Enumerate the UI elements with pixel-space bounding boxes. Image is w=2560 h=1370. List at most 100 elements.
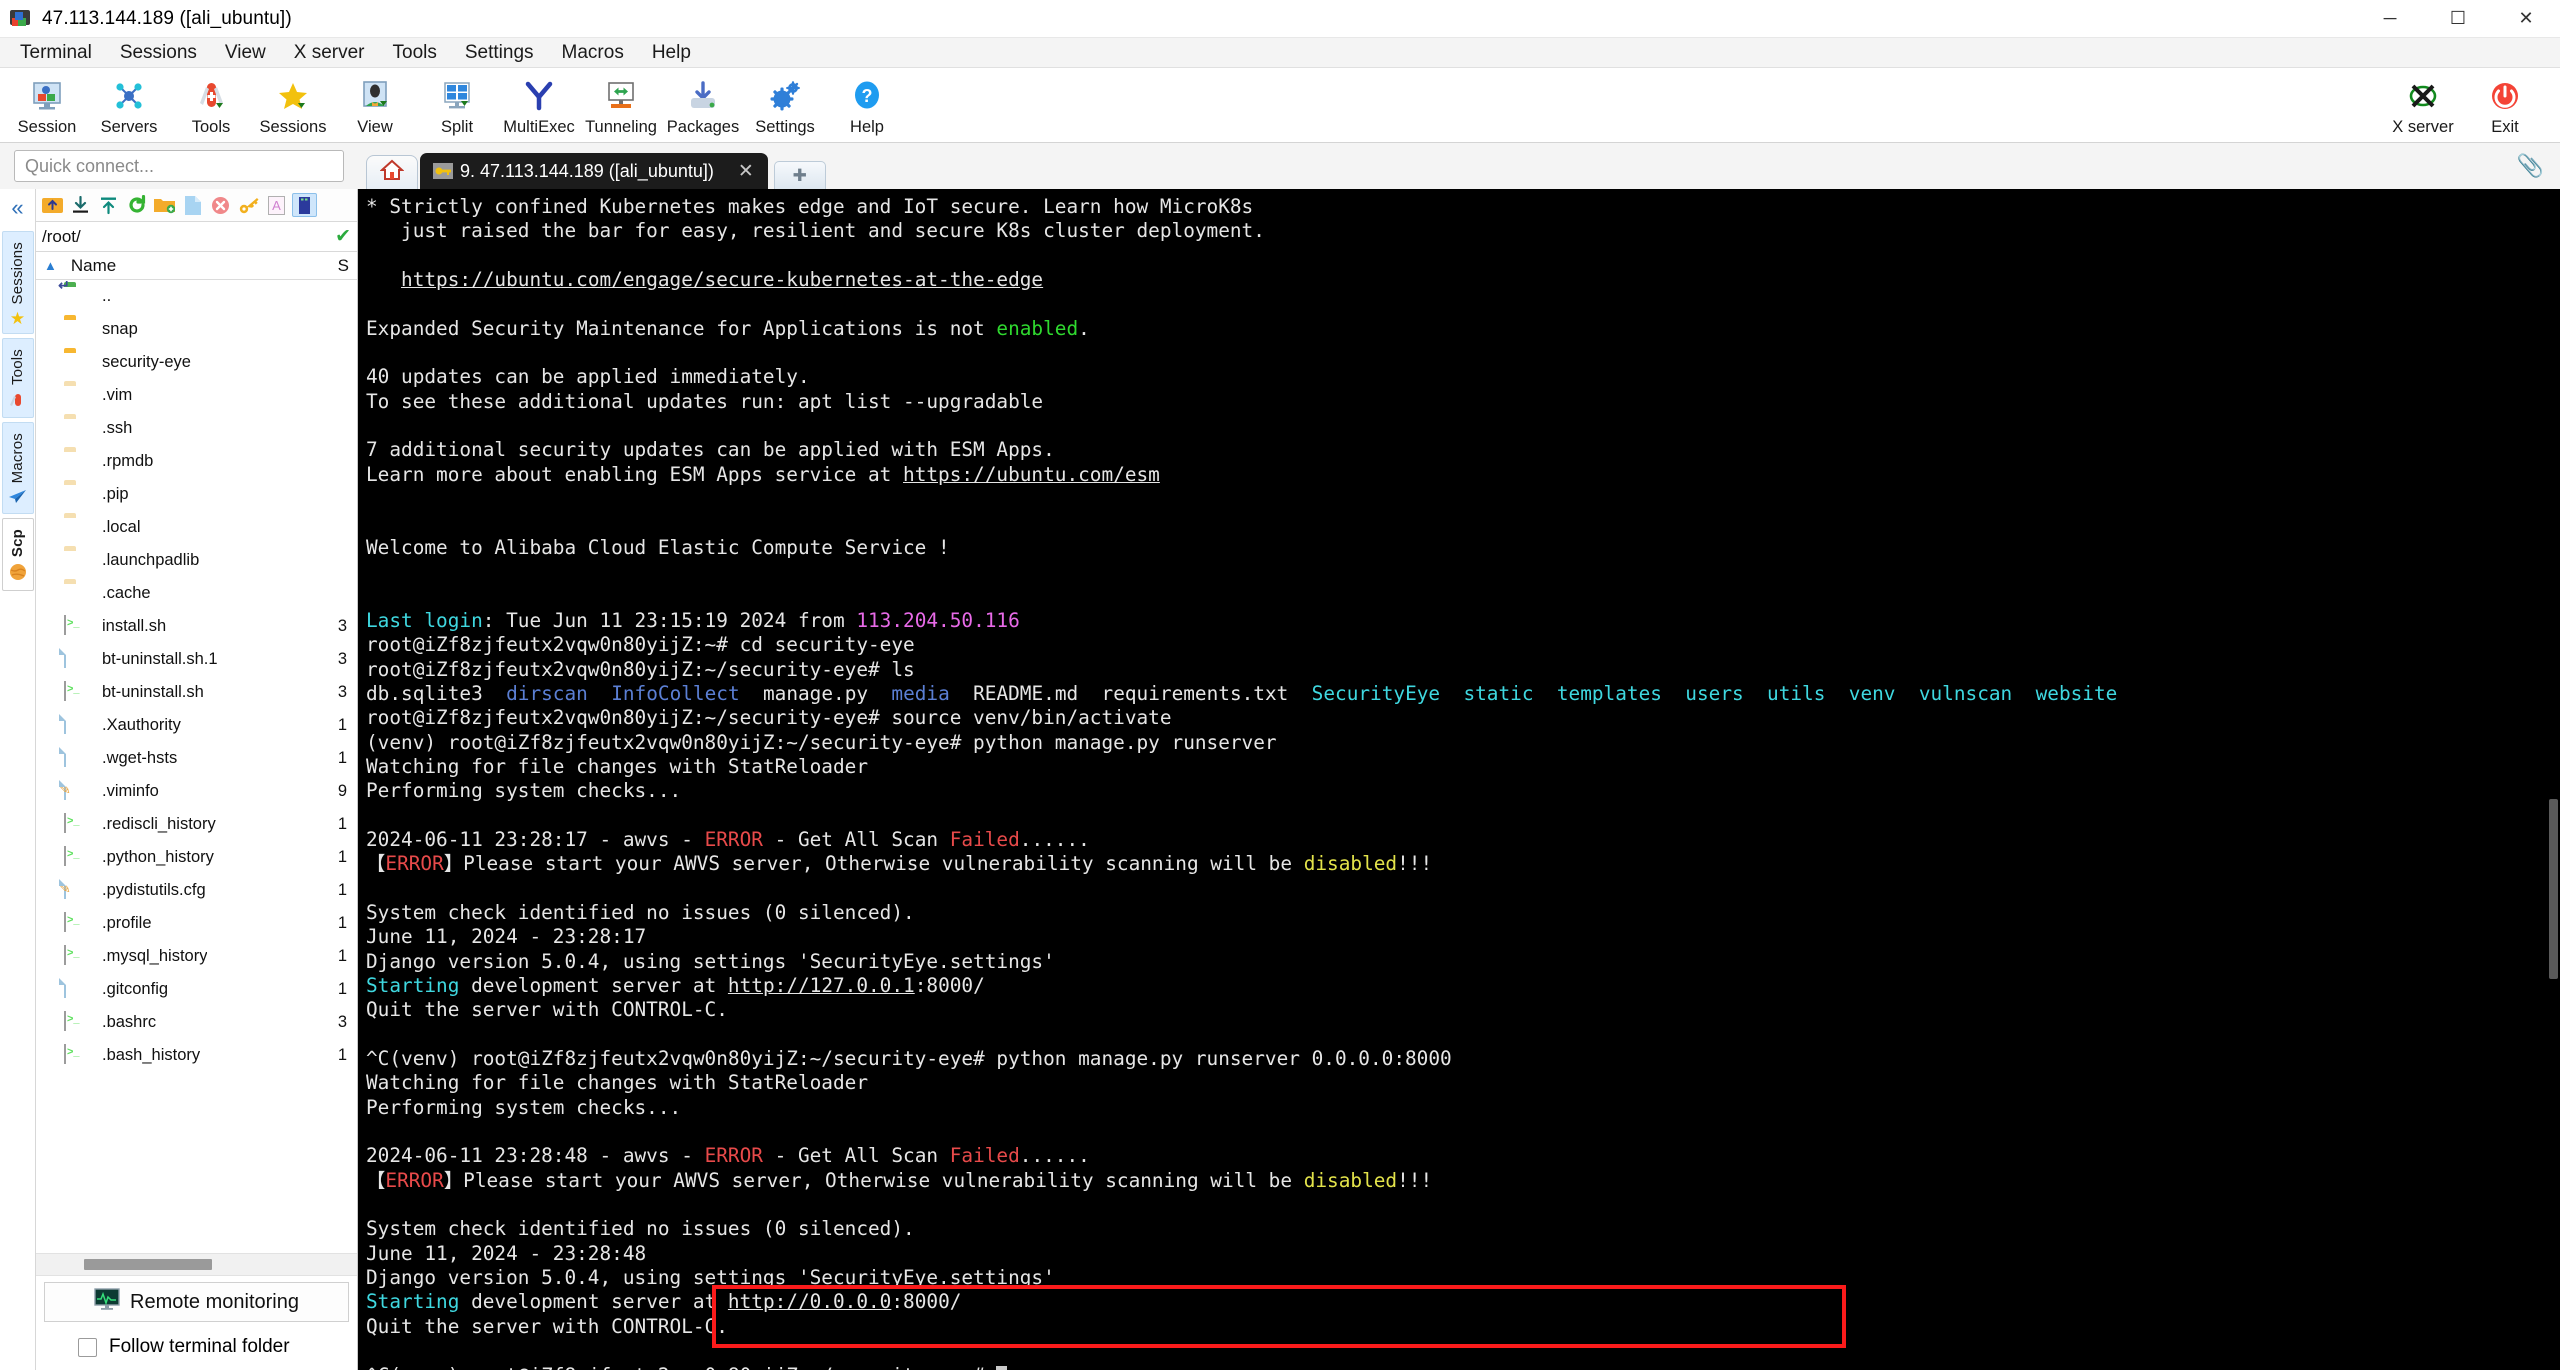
follow-terminal-folder-checkbox[interactable] bbox=[78, 1337, 97, 1357]
binary-mode-icon[interactable] bbox=[292, 193, 317, 217]
text-mode-icon[interactable]: A bbox=[264, 193, 289, 217]
file-row[interactable]: .mysql_history 1 bbox=[36, 940, 357, 973]
file-row[interactable]: .launchpadlib bbox=[36, 544, 357, 577]
menu-item-terminal[interactable]: Terminal bbox=[6, 39, 106, 67]
column-header-size[interactable]: S bbox=[338, 256, 349, 276]
terminal-text: :8000/ bbox=[891, 1290, 962, 1314]
menu-item-sessions[interactable]: Sessions bbox=[106, 39, 211, 67]
file-row[interactable]: .rediscli_history 1 bbox=[36, 808, 357, 841]
sort-ascending-icon[interactable]: ▲ bbox=[44, 258, 57, 273]
file-row[interactable]: .rpmdb bbox=[36, 445, 357, 478]
delete-icon[interactable] bbox=[208, 193, 233, 217]
file-row[interactable]: .profile 1 bbox=[36, 907, 357, 940]
toolbar-tunneling-button[interactable]: Tunneling bbox=[580, 74, 662, 137]
file-row[interactable]: .bashrc 3 bbox=[36, 1006, 357, 1039]
tab-home[interactable] bbox=[366, 155, 418, 189]
go-up-icon[interactable] bbox=[40, 193, 65, 217]
toolbar-packages-button[interactable]: Packages bbox=[662, 74, 744, 137]
new-file-icon[interactable] bbox=[180, 193, 205, 217]
terminal-line: 7 additional security updates can be app… bbox=[366, 438, 2560, 462]
file-row[interactable]: snap bbox=[36, 313, 357, 346]
new-tab-button[interactable]: ✚ bbox=[773, 161, 826, 189]
file-row[interactable]: .wget-hsts 1 bbox=[36, 742, 357, 775]
rail-tab-macros[interactable]: Macros bbox=[1, 421, 34, 514]
rail-tab-scp[interactable]: Scp bbox=[1, 517, 34, 591]
toolbar-session-button[interactable]: Session bbox=[6, 74, 88, 137]
rail-tab-tools[interactable]: Tools bbox=[1, 338, 34, 418]
file-row[interactable]: .cache bbox=[36, 577, 357, 610]
toolbar-exit-button[interactable]: Exit bbox=[2464, 74, 2546, 137]
toolbar-settings-button[interactable]: Settings bbox=[744, 74, 826, 137]
file-list-horizontal-scrollbar[interactable] bbox=[36, 1253, 357, 1275]
refresh-icon[interactable] bbox=[124, 193, 149, 217]
rail-tab-sessions[interactable]: Sessions ★ bbox=[1, 231, 34, 335]
tab-close-icon[interactable]: ✕ bbox=[738, 160, 754, 183]
terminal-text: System check identified no issues (0 sil… bbox=[366, 1217, 915, 1241]
follow-terminal-folder-row[interactable]: Follow terminal folder bbox=[44, 1336, 349, 1358]
file-row[interactable]: .viminfo 9 bbox=[36, 775, 357, 808]
file-row[interactable]: .local bbox=[36, 511, 357, 544]
menu-item-tools[interactable]: Tools bbox=[379, 39, 451, 67]
column-header-name[interactable]: Name bbox=[71, 256, 116, 276]
remote-monitoring-button[interactable]: Remote monitoring bbox=[44, 1282, 349, 1322]
toolbar-tools-button[interactable]: Tools bbox=[170, 74, 252, 137]
file-type-icon bbox=[64, 1043, 94, 1067]
tab-active-label: 9. 47.113.144.189 ([ali_ubuntu]) bbox=[460, 160, 714, 181]
terminal-panel[interactable]: * Strictly confined Kubernetes makes edg… bbox=[358, 189, 2560, 1370]
new-folder-icon[interactable] bbox=[152, 193, 177, 217]
terminal-text: development server at bbox=[459, 974, 728, 997]
file-row[interactable]: .Xauthority 1 bbox=[36, 709, 357, 742]
file-type-icon bbox=[64, 319, 94, 341]
minimize-button[interactable]: ─ bbox=[2356, 0, 2424, 37]
file-row[interactable]: .pydistutils.cfg 1 bbox=[36, 874, 357, 907]
file-row[interactable]: .pip bbox=[36, 478, 357, 511]
menu-item-help[interactable]: Help bbox=[638, 39, 705, 67]
toolbar-split-button[interactable]: Split bbox=[416, 74, 498, 137]
terminal-output[interactable]: * Strictly confined Kubernetes makes edg… bbox=[358, 189, 2560, 1370]
file-row[interactable]: .ssh bbox=[36, 412, 357, 445]
close-button[interactable]: ✕ bbox=[2492, 0, 2560, 37]
scrollbar-thumb[interactable] bbox=[84, 1259, 212, 1270]
paperclip-icon[interactable]: 📎 bbox=[2517, 153, 2544, 179]
toolbar-servers-button[interactable]: Servers bbox=[88, 74, 170, 137]
terminal-line: Performing system checks... bbox=[366, 1096, 2560, 1120]
file-row[interactable]: security-eye bbox=[36, 346, 357, 379]
file-row[interactable]: ↵.. bbox=[36, 280, 357, 313]
toolbar-sessions-button[interactable]: Sessions bbox=[252, 74, 334, 137]
toolbar-multiexec-button[interactable]: MultiExec bbox=[498, 74, 580, 137]
menu-item-view[interactable]: View bbox=[211, 39, 280, 67]
file-list[interactable]: ↵.. snap security-eye .vim .ssh .rpmdb .pip .lo… bbox=[36, 280, 357, 1253]
globe-icon bbox=[9, 563, 27, 584]
star-icon: ★ bbox=[9, 309, 26, 329]
download-icon[interactable] bbox=[68, 193, 93, 217]
path-bar[interactable]: /root/ ✔ bbox=[36, 222, 357, 252]
menu-item-settings[interactable]: Settings bbox=[451, 39, 548, 67]
toolbar-view-button[interactable]: View bbox=[334, 74, 416, 137]
toolbar-multiexec-label: MultiExec bbox=[503, 118, 575, 136]
maximize-button[interactable]: ☐ bbox=[2424, 0, 2492, 37]
file-row[interactable]: .python_history 1 bbox=[36, 841, 357, 874]
toolbar-xserver-button[interactable]: X server bbox=[2382, 74, 2464, 137]
collapse-sidebar-button[interactable]: « bbox=[11, 195, 23, 221]
toolbar-help-button[interactable]: ? Help bbox=[826, 74, 908, 137]
upload-icon[interactable] bbox=[96, 193, 121, 217]
file-size: 3 bbox=[337, 617, 347, 635]
file-row[interactable]: .bash_history 1 bbox=[36, 1039, 357, 1072]
file-size: 1 bbox=[337, 749, 347, 767]
terminal-scrollbar-thumb[interactable] bbox=[2549, 799, 2558, 979]
terminal-text: ERROR bbox=[385, 1168, 444, 1192]
tab-active-session[interactable]: 9. 47.113.144.189 ([ali_ubuntu]) ✕ bbox=[420, 153, 768, 189]
file-row[interactable]: .gitconfig 1 bbox=[36, 973, 357, 1006]
menu-item-macros[interactable]: Macros bbox=[548, 39, 638, 67]
permissions-key-icon[interactable] bbox=[236, 193, 261, 217]
file-row[interactable]: bt-uninstall.sh 3 bbox=[36, 676, 357, 709]
file-type-icon bbox=[64, 845, 94, 869]
file-row[interactable]: install.sh 3 bbox=[36, 610, 357, 643]
menu-item-xserver[interactable]: X server bbox=[280, 39, 379, 67]
quick-connect-input[interactable]: Quick connect... bbox=[14, 150, 344, 182]
file-row[interactable]: bt-uninstall.sh.1 3 bbox=[36, 643, 357, 676]
file-row[interactable]: .vim bbox=[36, 379, 357, 412]
terminal-scrollbar[interactable] bbox=[2546, 189, 2560, 1370]
